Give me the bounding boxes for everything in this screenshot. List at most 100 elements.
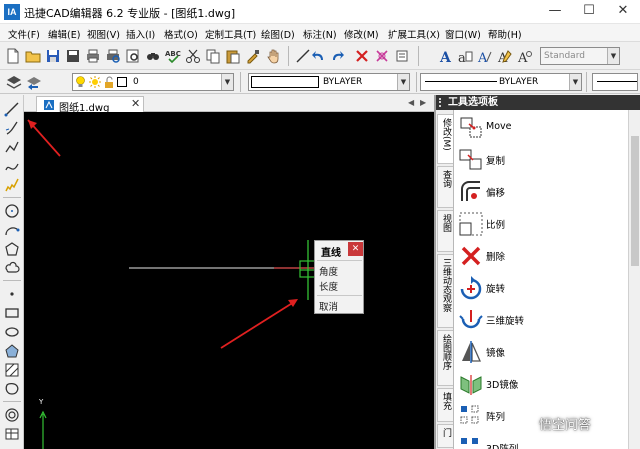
menu-extension-tools[interactable]: 扩展工具(X) bbox=[388, 27, 440, 41]
linetype-combo[interactable]: BYLAYER ▼ bbox=[420, 73, 582, 91]
chevron-down-icon[interactable]: ▼ bbox=[607, 48, 619, 64]
tool-rotate-3d[interactable]: 三维旋转 bbox=[456, 303, 628, 335]
menu-modify[interactable]: 修改(M) bbox=[344, 27, 379, 41]
lightbulb-icon[interactable] bbox=[75, 76, 86, 88]
menu-custom-tools[interactable]: 定制工具(T) bbox=[205, 27, 256, 41]
tool-copy[interactable]: 复制 bbox=[456, 143, 628, 175]
menu-view[interactable]: 视图(V) bbox=[87, 27, 120, 41]
spline-icon[interactable] bbox=[4, 158, 20, 174]
menu-dimension[interactable]: 标注(N) bbox=[303, 27, 337, 41]
chevron-down-icon[interactable]: ▼ bbox=[569, 74, 581, 90]
tool-rotate[interactable]: 旋转 bbox=[456, 271, 628, 303]
circle-icon[interactable] bbox=[4, 203, 20, 219]
explode-icon[interactable] bbox=[374, 48, 390, 64]
revision-cloud-icon[interactable] bbox=[4, 260, 20, 276]
donut-icon[interactable] bbox=[4, 407, 20, 423]
side-tab-draw-order[interactable]: 绘图顺序 bbox=[437, 330, 453, 386]
table-icon[interactable] bbox=[4, 426, 20, 442]
layer-previous-icon[interactable] bbox=[26, 74, 42, 90]
chevron-down-icon[interactable]: ▼ bbox=[221, 74, 233, 90]
open-file-icon[interactable] bbox=[25, 48, 41, 64]
drawing-canvas[interactable]: Y bbox=[24, 112, 434, 449]
match-properties-icon[interactable] bbox=[245, 48, 261, 64]
text-style-icon[interactable]: a bbox=[457, 48, 473, 64]
document-tab[interactable]: 图纸1.dwg ✕ bbox=[36, 96, 144, 114]
pan-hand-icon[interactable] bbox=[266, 48, 282, 64]
sketch-icon[interactable] bbox=[4, 177, 20, 193]
copy-clip-icon[interactable] bbox=[205, 48, 221, 64]
paste-icon[interactable] bbox=[225, 48, 241, 64]
find-icon[interactable] bbox=[145, 48, 161, 64]
tool-offset[interactable]: 偏移 bbox=[456, 175, 628, 207]
tool-mirror-3d[interactable]: 3D镜像 bbox=[456, 367, 628, 399]
minimize-button[interactable]: — bbox=[538, 0, 572, 24]
menu-format[interactable]: 格式(O) bbox=[164, 27, 198, 41]
cut-icon[interactable] bbox=[185, 48, 201, 64]
close-button[interactable]: ✕ bbox=[606, 0, 640, 24]
side-tab-query[interactable]: 查询 bbox=[437, 166, 453, 208]
lock-open-icon[interactable] bbox=[104, 76, 114, 88]
popup-item-length[interactable]: 长度 bbox=[319, 279, 338, 293]
find-text-icon[interactable]: A bbox=[517, 48, 533, 64]
tool-scale[interactable]: 比例 bbox=[456, 207, 628, 239]
palette-scrollbar[interactable] bbox=[628, 110, 640, 449]
maximize-button[interactable]: ☐ bbox=[572, 0, 606, 24]
erase-x-icon[interactable] bbox=[354, 48, 370, 64]
popup-item-cancel[interactable]: 取消 bbox=[319, 299, 338, 313]
polygon-icon[interactable] bbox=[4, 241, 20, 257]
purge-icon[interactable] bbox=[394, 48, 410, 64]
menu-file[interactable]: 文件(F) bbox=[8, 27, 40, 41]
save-icon[interactable] bbox=[45, 48, 61, 64]
side-tab-door[interactable]: 门 bbox=[437, 424, 453, 448]
popup-close-button[interactable]: ✕ bbox=[348, 242, 363, 256]
print-icon[interactable] bbox=[85, 48, 101, 64]
ellipse-icon[interactable] bbox=[4, 324, 20, 340]
tab-scroll-right-icon[interactable]: ▶ bbox=[420, 98, 426, 107]
region-icon[interactable] bbox=[4, 343, 20, 359]
color-combo[interactable]: BYLAYER ▼ bbox=[248, 73, 410, 91]
redo-icon[interactable] bbox=[329, 48, 345, 64]
side-tab-view[interactable]: 视图 bbox=[437, 210, 453, 252]
side-tab-3d-orbit[interactable]: 三维动态观察 bbox=[437, 254, 453, 328]
hatch-icon[interactable] bbox=[4, 362, 20, 378]
menu-window[interactable]: 窗口(W) bbox=[445, 27, 481, 41]
layer-manager-icon[interactable] bbox=[6, 74, 22, 90]
polyline-icon[interactable] bbox=[4, 139, 20, 155]
arc-icon[interactable] bbox=[4, 222, 20, 238]
tool-move[interactable]: Move bbox=[456, 111, 628, 143]
palette-scroll-thumb[interactable] bbox=[631, 136, 639, 266]
draw-toolbar bbox=[0, 95, 24, 449]
sun-icon[interactable] bbox=[89, 76, 101, 88]
new-file-icon[interactable] bbox=[5, 48, 21, 64]
palette-grip-handle[interactable] bbox=[439, 98, 445, 107]
rectangle-icon[interactable] bbox=[4, 305, 20, 321]
boundary-icon[interactable] bbox=[4, 381, 20, 397]
layer-combo[interactable]: 0 ▼ bbox=[72, 73, 234, 91]
spell-check-icon[interactable]: ABC bbox=[165, 48, 181, 64]
popup-item-angle[interactable]: 角度 bbox=[319, 264, 338, 278]
tab-scroll-left-icon[interactable]: ◀ bbox=[408, 98, 414, 107]
menu-edit[interactable]: 编辑(E) bbox=[48, 27, 80, 41]
text-a-icon[interactable]: A bbox=[437, 48, 453, 64]
edit-text-icon[interactable]: A bbox=[477, 48, 493, 64]
menu-help[interactable]: 帮助(H) bbox=[488, 27, 522, 41]
construction-line-icon[interactable] bbox=[4, 120, 20, 136]
chevron-down-icon[interactable]: ▼ bbox=[397, 74, 409, 90]
undo-icon[interactable] bbox=[311, 48, 327, 64]
point-icon[interactable] bbox=[4, 286, 20, 302]
side-tab-hatch[interactable]: 填充 bbox=[437, 388, 453, 422]
tool-mirror[interactable]: 镜像 bbox=[456, 335, 628, 367]
menu-draw[interactable]: 绘图(D) bbox=[261, 27, 295, 41]
text-style-combo[interactable]: Standard ▼ bbox=[540, 47, 620, 65]
line-icon[interactable] bbox=[4, 101, 20, 117]
side-tab-modify[interactable]: 修改(M) bbox=[437, 114, 453, 164]
zoom-preview-icon[interactable] bbox=[125, 48, 141, 64]
tool-delete[interactable]: 删除 bbox=[456, 239, 628, 271]
lineweight-combo[interactable] bbox=[592, 73, 638, 91]
print-preview-icon[interactable] bbox=[105, 48, 121, 64]
text-format-icon[interactable]: A bbox=[497, 48, 513, 64]
line-tool-icon[interactable] bbox=[295, 48, 311, 64]
close-tab-icon[interactable]: ✕ bbox=[131, 97, 140, 110]
save-as-icon[interactable] bbox=[65, 48, 81, 64]
menu-insert[interactable]: 插入(I) bbox=[126, 27, 155, 41]
